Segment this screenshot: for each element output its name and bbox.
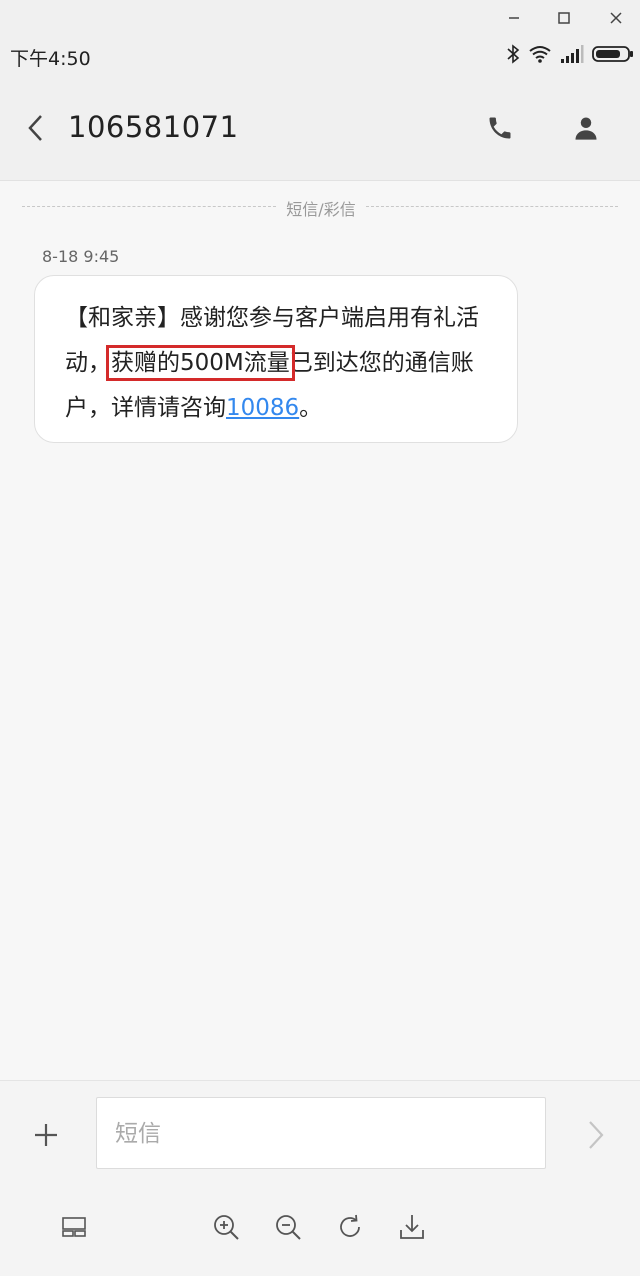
layout-icon[interactable]	[58, 1211, 90, 1243]
bluetooth-icon	[506, 44, 520, 68]
message-text-part3: 。	[299, 395, 323, 421]
compose-area	[0, 1080, 640, 1276]
wifi-icon	[528, 44, 552, 68]
phone-icon[interactable]	[480, 108, 520, 148]
plus-icon[interactable]	[26, 1115, 66, 1155]
message-text: 【和家亲】感谢您参与客户端启用有礼活动，获赠的500M流量已到达您的通信账户，详…	[65, 296, 505, 431]
rotate-icon[interactable]	[334, 1211, 366, 1243]
back-arrow-icon[interactable]	[18, 110, 54, 146]
message-bubble[interactable]: 【和家亲】感谢您参与客户端启用有礼活动，获赠的500M流量已到达您的通信账户，详…	[34, 275, 518, 443]
sms-input-box[interactable]	[96, 1097, 546, 1170]
divider-line-right	[366, 206, 618, 207]
status-time: 下午4:50	[10, 48, 91, 70]
window-title-bar	[0, 0, 640, 36]
divider-line-left	[22, 206, 276, 207]
battery-icon	[592, 44, 634, 68]
signal-icon	[560, 44, 584, 68]
send-arrow-icon[interactable]	[578, 1115, 614, 1155]
highlighted-text: 获赠的500M流量	[106, 345, 295, 381]
conversation-header: 106581071	[0, 76, 640, 181]
status-icons	[506, 42, 634, 70]
message-timestamp: 8-18 9:45	[42, 247, 120, 266]
zoom-out-icon[interactable]	[272, 1211, 304, 1243]
close-icon[interactable]	[602, 4, 630, 32]
download-icon[interactable]	[396, 1211, 428, 1243]
contact-icon[interactable]	[566, 108, 606, 148]
contact-title: 106581071	[68, 110, 239, 144]
maximize-icon[interactable]	[550, 4, 578, 32]
zoom-in-icon[interactable]	[210, 1211, 242, 1243]
minimize-icon[interactable]	[500, 4, 528, 32]
status-bar: 下午4:50	[0, 36, 640, 76]
message-type-divider: 短信/彩信	[276, 196, 366, 220]
phone-number-link[interactable]: 10086	[226, 395, 299, 421]
sms-input[interactable]	[113, 1098, 537, 1170]
